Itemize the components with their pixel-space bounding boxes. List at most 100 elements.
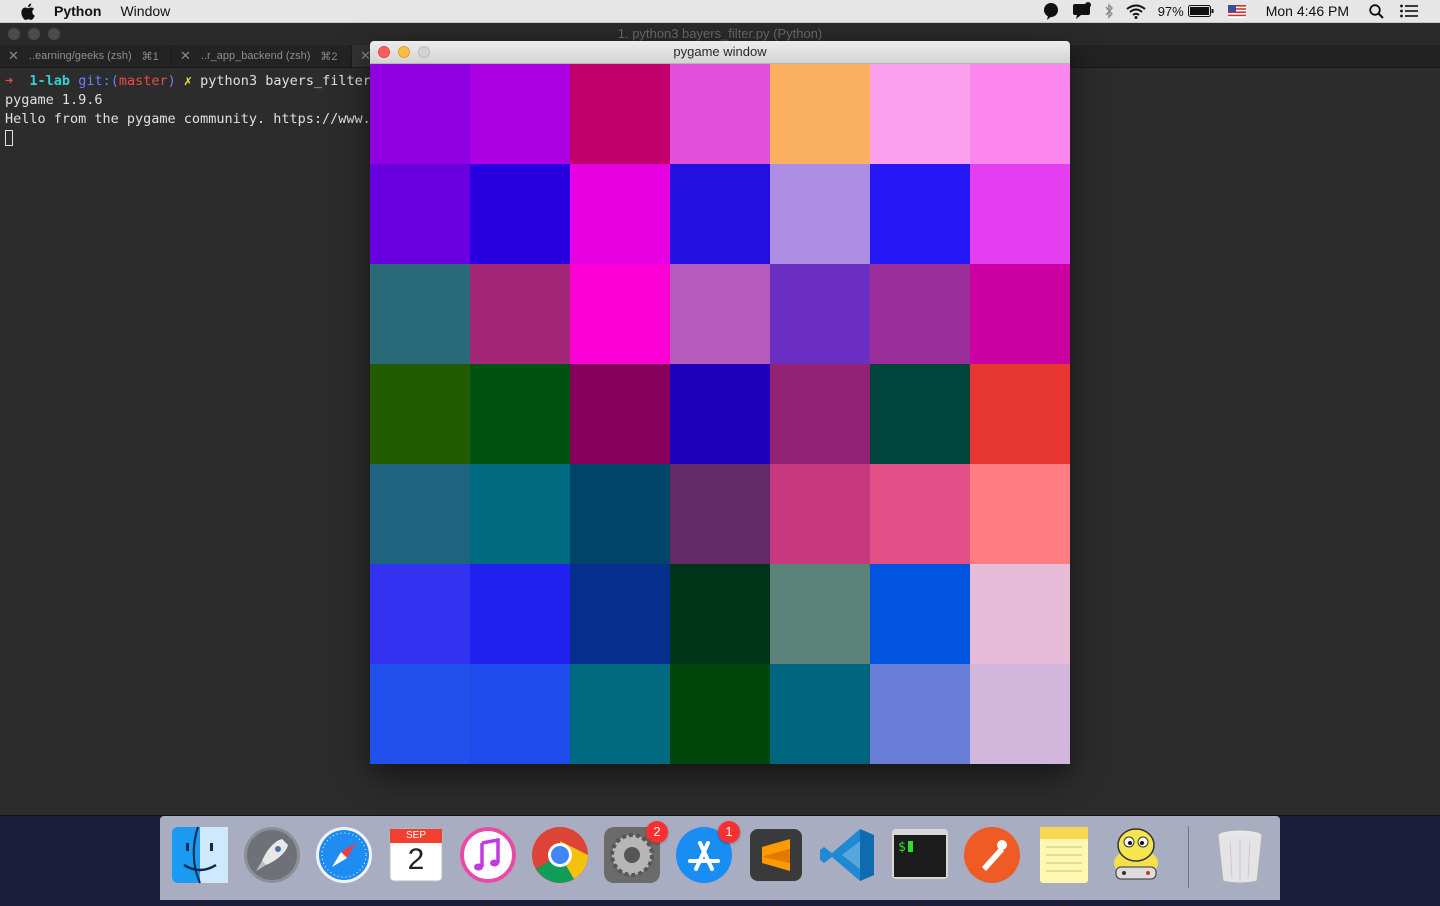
window-menu[interactable]: Window <box>120 3 170 19</box>
color-cell <box>870 564 970 664</box>
safari-compass-icon <box>316 827 372 883</box>
color-cell <box>770 364 870 464</box>
color-cell <box>370 64 470 164</box>
notification-badge: 1 <box>718 821 740 843</box>
color-cell <box>570 264 670 364</box>
tab-close-icon[interactable]: ✕ <box>8 48 19 64</box>
dock-itunes[interactable] <box>458 825 518 906</box>
messages-icon[interactable] <box>1072 2 1092 20</box>
prompt-dirty-marker: ✗ <box>183 73 193 89</box>
prompt-git-close: ) <box>167 73 176 89</box>
dock-system-preferences[interactable]: 2 <box>602 821 668 885</box>
color-cell <box>670 564 770 664</box>
prompt-directory: 1-lab <box>29 73 71 89</box>
prompt-git-label: git:( <box>78 73 119 89</box>
svg-text:$: $ <box>898 840 906 855</box>
running-indicator <box>1134 902 1138 906</box>
python-snake-icon <box>1114 828 1158 880</box>
color-cell <box>670 64 770 164</box>
prompt-command: python3 bayers_filter.py <box>200 73 396 89</box>
color-cell <box>870 664 970 764</box>
terminal-icon: $ <box>892 829 948 879</box>
dock-trash[interactable] <box>1210 825 1270 885</box>
notification-badge: 2 <box>646 821 668 843</box>
color-cell <box>970 164 1070 264</box>
color-cell <box>370 564 470 664</box>
color-cell <box>370 464 470 564</box>
calendar-day: 2 <box>407 843 425 876</box>
pygame-canvas[interactable] <box>370 64 1070 764</box>
tab-label: ..r_app_backend (zsh) <box>200 50 311 62</box>
running-indicator <box>774 902 778 906</box>
color-cell <box>870 64 970 164</box>
color-cell <box>770 264 870 364</box>
color-cell <box>970 464 1070 564</box>
running-indicator <box>486 902 490 906</box>
color-cell <box>670 664 770 764</box>
color-cell <box>470 64 570 164</box>
color-cell <box>370 664 470 764</box>
color-cell <box>870 164 970 264</box>
sublime-text-icon <box>750 829 802 881</box>
dock-terminal[interactable]: $ <box>890 825 950 906</box>
battery-percent: 97% <box>1157 3 1184 19</box>
dock-vscode[interactable] <box>818 825 878 885</box>
dock-separator <box>1188 826 1189 888</box>
color-cell <box>970 664 1070 764</box>
color-cell <box>570 464 670 564</box>
color-cell <box>470 164 570 264</box>
dock: SEP 2 2 1 $ <box>160 816 1280 906</box>
wifi-icon[interactable] <box>1126 4 1146 19</box>
chat-bubble-icon[interactable] <box>1042 2 1060 20</box>
flag-us-icon[interactable] <box>1227 4 1246 18</box>
pygame-window: pygame window <box>370 41 1070 764</box>
dock-safari[interactable] <box>314 825 374 885</box>
color-cell <box>970 364 1070 464</box>
dock-python[interactable] <box>1106 825 1166 906</box>
menu-bar: Python Window 97% Mon 4:46 PM <box>0 0 1440 23</box>
terminal-tab-1[interactable]: ✕ ..earning/geeks (zsh) ⌘1 <box>0 45 172 67</box>
dock-chrome[interactable] <box>530 825 590 906</box>
color-cell <box>470 364 570 464</box>
dock-finder[interactable] <box>170 825 230 906</box>
color-cell <box>570 564 670 664</box>
color-cell <box>870 264 970 364</box>
spotlight-search-icon[interactable] <box>1369 3 1384 19</box>
terminal-tab-2[interactable]: ✕ ..r_app_backend (zsh) ⌘2 <box>172 45 352 67</box>
pygame-titlebar[interactable]: pygame window <box>370 41 1070 64</box>
bluetooth-icon[interactable] <box>1104 3 1114 19</box>
color-cell <box>670 164 770 264</box>
dock-postman[interactable] <box>962 825 1022 885</box>
tab-shortcut: ⌘1 <box>141 50 159 63</box>
status-area: 97% Mon 4:46 PM <box>1030 0 1440 22</box>
apple-menu-icon[interactable] <box>20 3 36 20</box>
color-cell <box>970 564 1070 664</box>
notification-center-icon[interactable] <box>1400 4 1418 18</box>
dock-notes[interactable] <box>1034 825 1094 906</box>
running-indicator <box>918 902 922 906</box>
text-cursor <box>5 130 13 146</box>
color-cell <box>770 64 870 164</box>
color-cell <box>470 664 570 764</box>
calendar-month: SEP <box>405 830 426 841</box>
launchpad-rocket-icon <box>244 827 300 883</box>
dock-calendar[interactable]: SEP 2 <box>386 825 446 885</box>
app-name-menu[interactable]: Python <box>54 3 101 19</box>
notes-icon <box>1040 827 1088 883</box>
tab-close-icon[interactable]: ✕ <box>180 48 191 64</box>
color-cell <box>570 664 670 764</box>
menubar-clock[interactable]: Mon 4:46 PM <box>1266 3 1349 19</box>
color-cell <box>570 364 670 464</box>
chrome-icon <box>532 827 588 883</box>
postman-icon <box>964 827 1020 883</box>
dock-launchpad[interactable] <box>242 825 302 885</box>
color-cell <box>470 564 570 664</box>
color-cell <box>370 264 470 364</box>
terminal-title: 1. python3 bayers_filter.py (Python) <box>617 26 823 41</box>
finder-icon <box>172 826 228 884</box>
itunes-music-icon <box>460 827 516 883</box>
battery-icon[interactable] <box>1187 5 1214 17</box>
dock-sublime-text[interactable] <box>746 825 806 906</box>
color-cell <box>370 364 470 464</box>
dock-app-store[interactable]: 1 <box>674 821 740 885</box>
